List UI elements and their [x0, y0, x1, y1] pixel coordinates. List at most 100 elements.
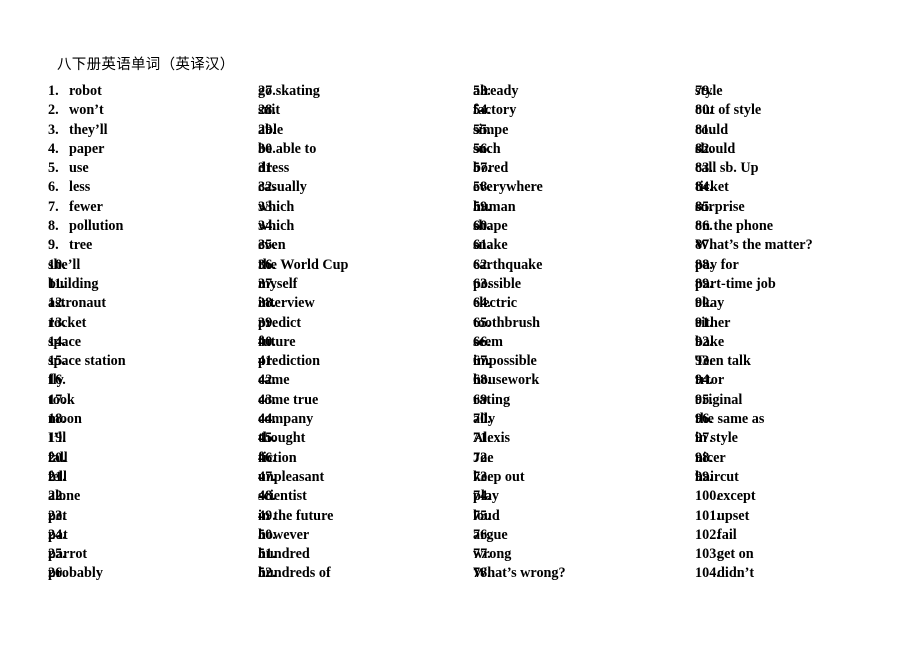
vocabulary-item: 24.pat	[48, 526, 68, 543]
vocabulary-item-term: suit	[258, 102, 281, 119]
vocabulary-item-term: ally	[473, 411, 496, 428]
vocabulary-item: 96.the same as	[695, 411, 765, 428]
vocabulary-item-term: which	[258, 218, 295, 235]
vocabulary-item: 63.possible	[473, 275, 522, 292]
vocabulary-item-term: What’s the matter?	[695, 237, 813, 254]
vocabulary-item-term: original	[695, 391, 743, 408]
vocabulary-item: 30.be able to	[258, 140, 317, 157]
vocabulary-item-term: get on	[717, 546, 754, 563]
vocabulary-item-term: What’s wrong?	[473, 565, 566, 582]
vocabulary-item-term: should	[695, 140, 736, 157]
vocabulary-item-term: come true	[258, 391, 319, 408]
vocabulary-item: 101.upset	[695, 507, 750, 524]
vocabulary-item: 102.fail	[695, 526, 737, 543]
vocabulary-item-term: pollution	[69, 218, 124, 235]
vocabulary-item: 66.seem	[473, 333, 503, 350]
vocabulary-item-term: predict	[258, 314, 302, 331]
page-title: 八下册英语单词（英译汉）	[57, 57, 235, 73]
vocabulary-item: 103.get on	[695, 546, 754, 563]
vocabulary-item: 74.play	[473, 488, 500, 505]
vocabulary-item-term: possible	[473, 275, 522, 292]
vocabulary-item-number: 9.	[48, 237, 59, 254]
vocabulary-item-term: earthquake	[473, 256, 543, 273]
vocabulary-item-term: everywhere	[473, 179, 543, 196]
vocabulary-item: 52.hundreds of	[258, 565, 331, 582]
vocabulary-item-term: electric	[473, 295, 518, 312]
vocabulary-item-term: call sb. Up	[695, 160, 759, 177]
vocabulary-item: 35.even	[258, 237, 286, 254]
vocabulary-item-term: in style	[695, 430, 738, 447]
vocabulary-item: 37.myself	[258, 275, 298, 292]
vocabulary-item-term: scientist	[258, 488, 307, 505]
vocabulary-item-term: fiction	[258, 449, 297, 466]
vocabulary-item-term: interview	[258, 295, 315, 312]
vocabulary-item-number: 7.	[48, 198, 59, 215]
vocabulary-item: 11.building	[48, 275, 99, 292]
vocabulary-item-number: 3.	[48, 121, 59, 138]
vocabulary-item: 20.fall	[48, 449, 68, 466]
vocabulary-item: 18.moon	[48, 411, 82, 428]
vocabulary-item-number: 6.	[48, 179, 59, 196]
vocabulary-item: 9. tree	[48, 236, 248, 255]
vocabulary-item-number: 5.	[48, 160, 59, 177]
vocabulary-item: 68.housework	[473, 372, 540, 389]
vocabulary-item: 92.bake	[695, 333, 725, 350]
vocabulary-item-term: didn’t	[717, 565, 755, 582]
vocabulary-item-term: bake	[695, 333, 725, 350]
vocabulary-item-term: prediction	[258, 353, 321, 370]
vocabulary-item: 33.which	[258, 198, 295, 215]
vocabulary-item-term: either	[695, 314, 731, 331]
vocabulary-item: 90.okay	[695, 295, 725, 312]
vocabulary-item: 91.either	[695, 314, 731, 331]
vocabulary-item: 16.fly	[48, 372, 66, 389]
vocabulary-item-term: rocket	[48, 314, 87, 331]
vocabulary-item-term: go skating	[258, 83, 320, 99]
vocabulary-item: 7. fewer	[48, 198, 248, 217]
vocabulary-item-term: dress	[258, 160, 290, 177]
vocabulary-item: 6. less	[48, 178, 248, 197]
vocabulary-item-term: Alexis	[473, 430, 511, 447]
vocabulary-item: 83.call sb. Up	[695, 160, 759, 177]
vocabulary-item: 65.toothbrush	[473, 314, 541, 331]
vocabulary-item: 71.Alexis	[473, 430, 511, 447]
vocabulary-item: 21.fell	[48, 468, 67, 485]
vocabulary-item-term: she’ll	[48, 256, 81, 273]
vocabulary-item: 50.however	[258, 526, 310, 543]
vocabulary-item: 4. paper	[48, 140, 248, 159]
vocabulary-item-term: okay	[695, 295, 725, 312]
vocabulary-item-term: myself	[258, 275, 298, 292]
vocabulary-item: 72.Joe	[473, 449, 494, 466]
vocabulary-item-term: trtor	[695, 372, 725, 389]
vocabulary-item-term: out of style	[695, 102, 762, 119]
vocabulary-item: 32.casually	[258, 179, 307, 196]
vocabulary-item: 104.didn’t	[695, 565, 755, 582]
vocabulary-item-term: alone	[48, 488, 81, 505]
vocabulary-item-number: 8.	[48, 218, 59, 235]
vocabulary-item: 42.came	[258, 372, 290, 389]
vocabulary-item: 84.ticket	[695, 179, 729, 196]
vocabulary-item-term: rating	[473, 391, 511, 408]
vocabulary-item: 40.future	[258, 333, 296, 350]
vocabulary-item-term: pet	[48, 507, 67, 524]
vocabulary-item-term: building	[48, 275, 99, 292]
vocabulary-item: 70.ally	[473, 411, 496, 428]
vocabulary-item-term: astronaut	[48, 295, 107, 312]
vocabulary-item-term: Teen talk	[695, 353, 751, 370]
vocabulary-item-term: loud	[473, 507, 500, 524]
vocabulary-item: 48.scientist	[258, 488, 307, 505]
vocabulary-item-term: such	[473, 140, 501, 157]
vocabulary-item: 61.snake	[473, 237, 508, 254]
vocabulary-item: 54.factory	[473, 102, 517, 119]
vocabulary-item-term: shape	[473, 218, 508, 235]
vocabulary-item: 100.except	[695, 488, 756, 505]
vocabulary-item-term: fell	[48, 468, 67, 485]
vocabulary-item-term: ticket	[695, 179, 729, 196]
vocabulary-item-term: tree	[69, 237, 93, 254]
vocabulary-item-term: be able to	[258, 140, 317, 157]
vocabulary-item: 51.hundred	[258, 546, 310, 563]
vocabulary-item: 36.the World Cup	[258, 256, 349, 273]
vocabulary-item: 12.astronaut	[48, 295, 107, 312]
vocabulary-item: 22.alone	[48, 488, 81, 505]
vocabulary-item-term: took	[48, 391, 75, 408]
vocabulary-item: 17.took	[48, 391, 75, 408]
